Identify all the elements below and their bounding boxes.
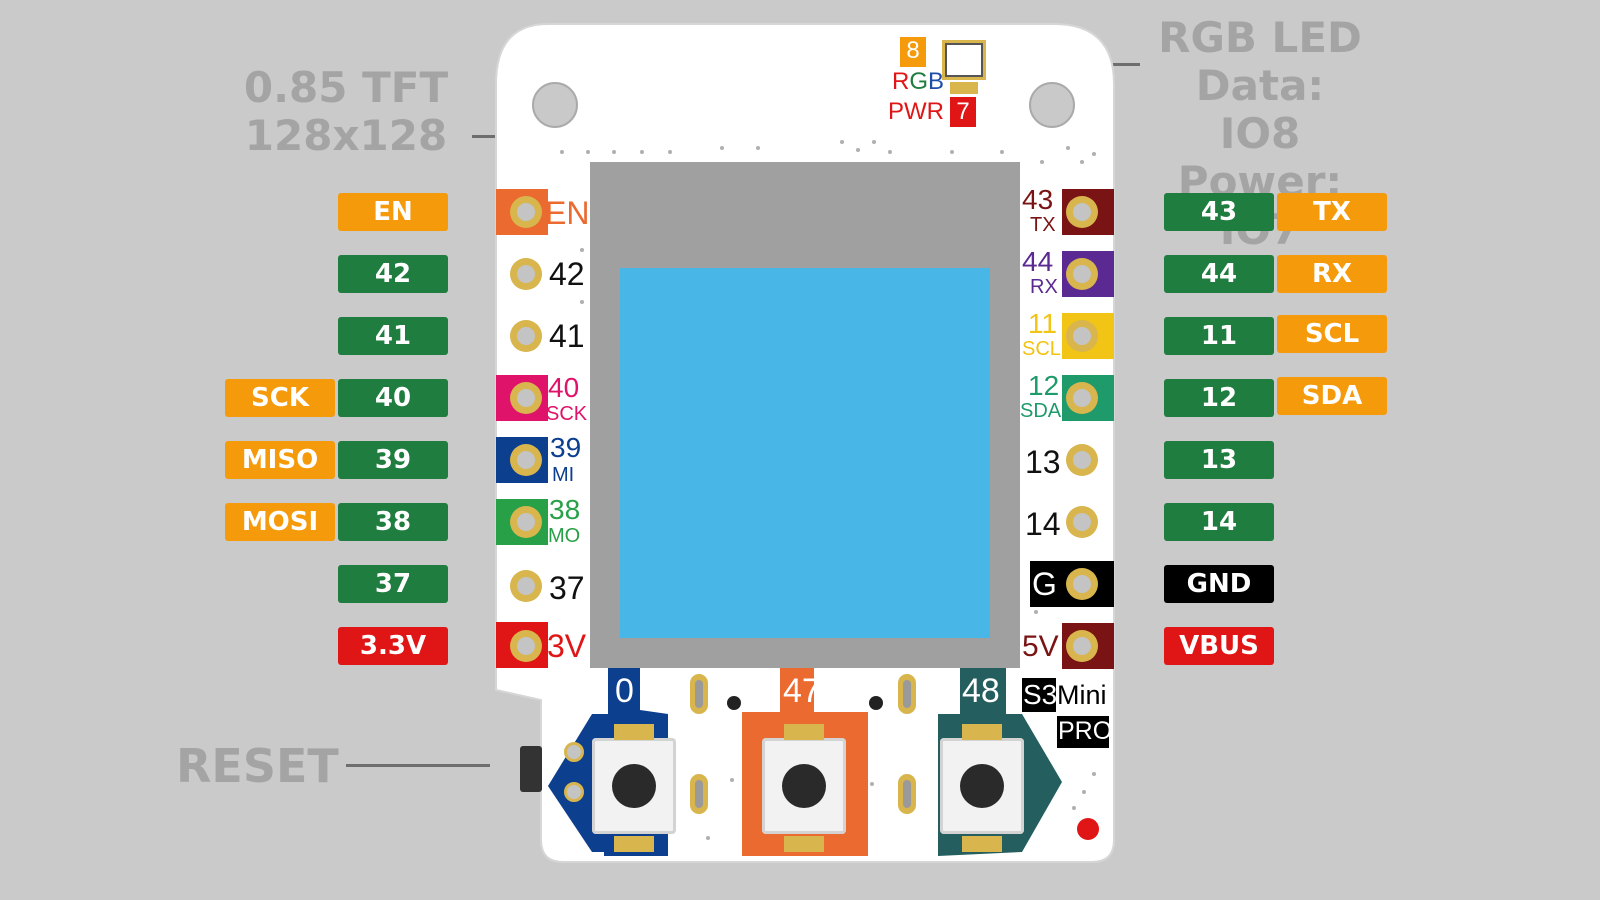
label-vbus: VBUS xyxy=(1164,627,1274,665)
reset-pad-bottom xyxy=(564,782,584,802)
label-en: EN xyxy=(338,193,448,231)
label-42: 42 xyxy=(338,255,448,293)
button-48-contact-top xyxy=(962,724,1002,740)
label-sda: SDA xyxy=(1277,377,1387,415)
button-48-contact-bottom xyxy=(962,836,1002,852)
label-tx: TX xyxy=(1277,193,1387,231)
label-12: 12 xyxy=(1164,379,1274,417)
via-right xyxy=(869,696,883,710)
button-0-contact-top xyxy=(614,724,654,740)
slot-bottom-left xyxy=(690,774,708,814)
label-rx: RX xyxy=(1277,255,1387,293)
label-40: 40 xyxy=(338,379,448,417)
label-miso: MISO xyxy=(225,441,335,479)
brand-mini: Mini xyxy=(1057,680,1107,710)
button-47-contact-top xyxy=(784,724,824,740)
slot-top-right xyxy=(898,674,916,714)
reset-pad-top xyxy=(564,742,584,762)
label-44: 44 xyxy=(1164,255,1274,293)
label-38: 38 xyxy=(338,503,448,541)
label-37: 37 xyxy=(338,565,448,603)
label-14: 14 xyxy=(1164,503,1274,541)
button-0-contact-bottom xyxy=(614,836,654,852)
button-48-cap xyxy=(960,764,1004,808)
button-47-contact-bottom xyxy=(784,836,824,852)
label-11: 11 xyxy=(1164,317,1274,355)
label-scl: SCL xyxy=(1277,315,1387,353)
slot-top-left xyxy=(690,674,708,714)
label-sck: SCK xyxy=(225,379,335,417)
power-led-dot xyxy=(1077,818,1099,840)
label-39: 39 xyxy=(338,441,448,479)
via-left xyxy=(727,696,741,710)
button-0-cap xyxy=(612,764,656,808)
label-gnd: GND xyxy=(1164,565,1274,603)
label-mosi: MOSI xyxy=(225,503,335,541)
label-41: 41 xyxy=(338,317,448,355)
button-48-label: 48 xyxy=(962,672,1000,710)
label-13: 13 xyxy=(1164,441,1274,479)
brand-s3: S3 xyxy=(1023,679,1058,710)
button-47-cap xyxy=(782,764,826,808)
label-3v3: 3.3V xyxy=(338,627,448,665)
button-47-label: 47 xyxy=(783,672,821,710)
label-43: 43 xyxy=(1164,193,1274,231)
slot-bottom-right xyxy=(898,774,916,814)
brand-pro: PRO xyxy=(1058,717,1113,745)
button-0-label: 0 xyxy=(615,672,634,710)
